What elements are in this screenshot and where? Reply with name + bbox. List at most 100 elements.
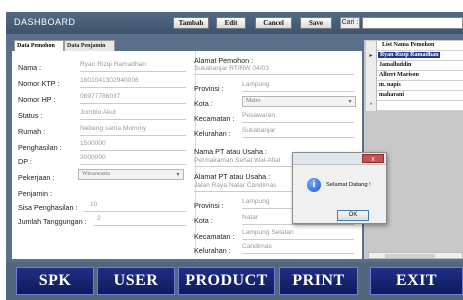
alamat-pt-field[interactable]: Jalan Raya Natar Candimas: [194, 182, 276, 189]
pekerjaan-combo[interactable]: Wiraswasta ▾: [78, 169, 184, 180]
spk-button[interactable]: SPK: [16, 267, 94, 295]
product-button[interactable]: PRODUCT: [178, 267, 275, 295]
rumah-field[interactable]: Nebeng sama Mommy: [80, 125, 146, 132]
field-underline: [80, 103, 186, 104]
ktp-field[interactable]: 1801041302940006: [80, 77, 139, 84]
field-underline: [84, 211, 186, 212]
close-icon[interactable]: x: [362, 154, 384, 163]
form-left-column: Nama : Ryan Rizqi Ramadhan Nomor KTP : 1…: [14, 51, 196, 257]
nama-label: Nama :: [18, 63, 42, 72]
user-button[interactable]: USER: [97, 267, 175, 295]
list-item[interactable]: m. napis: [366, 81, 463, 91]
nama-pt-field[interactable]: Permakaman Sehat Wal-Afiat: [194, 157, 281, 164]
hp-label: Nomor HP :: [18, 95, 56, 104]
kota-combo[interactable]: Metro ▾: [242, 96, 356, 107]
print-button[interactable]: PRINT: [279, 267, 358, 295]
tab-data-penjamin[interactable]: Data Penjamin: [64, 40, 115, 51]
row-gutter: [366, 61, 377, 71]
app-title: DASHBOARD: [14, 17, 76, 27]
row-gutter: [366, 91, 377, 101]
provinsi-usaha-label: Provinsi :: [194, 201, 224, 210]
kota-label: Kota :: [194, 99, 213, 108]
search-input[interactable]: [362, 17, 463, 29]
field-underline: [242, 122, 354, 123]
field-underline: [242, 137, 354, 138]
provinsi-label: Provinsi :: [194, 84, 224, 93]
info-icon: i: [307, 178, 321, 192]
row-gutter: [366, 41, 377, 51]
new-row-icon: *: [366, 101, 377, 111]
kelurahan-usaha-field[interactable]: Candimas: [242, 243, 272, 250]
alamat-pt-label: Alamat PT atau Usaha :: [194, 172, 271, 181]
row-gutter: [366, 81, 377, 91]
chevron-down-icon[interactable]: ▾: [346, 98, 354, 106]
kelurahan-label: Kelurahan :: [194, 129, 231, 138]
ktp-label: Nomor KTP :: [18, 79, 60, 88]
list-item[interactable]: ▸ Ryan Rizqi Ramadhan: [366, 51, 463, 61]
kecamatan-label: Kecamatan :: [194, 114, 235, 123]
message-dialog: x i Selamat Datang ! OK: [292, 152, 387, 224]
nama-pt-label: Nama PT atau Usaha :: [194, 147, 267, 156]
alamat-pemohon-label: Alamat Pemohon :: [194, 56, 254, 65]
kecamatan-usaha-field[interactable]: Lampung Selatan: [242, 229, 294, 236]
search-label: Cari :: [340, 17, 360, 29]
sisa-penghasilan-field[interactable]: 10: [90, 201, 97, 208]
field-underline: [242, 253, 354, 254]
list-header: List Nama Pemohon: [366, 41, 463, 51]
penjamin-label: Penjamin :: [18, 189, 52, 198]
dp-label: DP :: [18, 157, 32, 166]
applicant-list-grid[interactable]: List Nama Pemohon ▸ Ryan Rizqi Ramadhan …: [366, 41, 463, 111]
kecamatan-usaha-label: Kecamatan :: [194, 232, 235, 241]
jumlah-tanggungan-label: Jumlah Tanggungan :: [18, 217, 87, 226]
list-item[interactable]: Jamalluddin: [366, 61, 463, 71]
rumah-label: Rumah :: [18, 127, 46, 136]
save-button[interactable]: Save: [300, 17, 332, 29]
row-selector-icon: ▸: [366, 51, 377, 61]
status-label: Status :: [18, 111, 43, 120]
alamat-pemohon-field[interactable]: Sukabanjar RT/RW 04/03: [194, 65, 269, 72]
list-item-label: Jamalluddin: [379, 62, 412, 68]
field-underline: [242, 239, 354, 240]
exit-button[interactable]: EXIT: [370, 267, 463, 295]
dialog-message: Selamat Datang !: [326, 182, 371, 188]
field-underline: [242, 91, 354, 92]
horizontal-scrollbar[interactable]: [368, 252, 463, 259]
sisa-penghasilan-label: Sisa Penghasilan :: [18, 203, 78, 212]
kecamatan-field[interactable]: Pesawaran: [242, 112, 275, 119]
new-row[interactable]: *: [366, 101, 463, 111]
list-item-label: Albert Marison: [379, 72, 419, 78]
penghasilan-field[interactable]: 1500000: [80, 140, 106, 147]
row-gutter: [366, 71, 377, 81]
dp-field[interactable]: 3000000: [80, 154, 106, 161]
provinsi-usaha-field[interactable]: Lampung: [242, 198, 270, 205]
field-underline: [80, 150, 186, 151]
list-item[interactable]: Albert Marison: [366, 71, 463, 81]
status-field[interactable]: Jomblo Akut: [80, 109, 116, 116]
list-item[interactable]: maharani: [366, 91, 463, 101]
nama-field[interactable]: Ryan Rizqi Ramadhan: [80, 61, 146, 68]
scrollbar-thumb[interactable]: [385, 254, 435, 258]
ok-button[interactable]: OK: [337, 210, 369, 221]
hp-field[interactable]: 08977786037: [80, 93, 120, 100]
dialog-titlebar: x: [293, 153, 386, 165]
pekerjaan-label: Pekerjaan :: [18, 173, 55, 182]
jumlah-tanggungan-field[interactable]: 2: [97, 215, 101, 222]
cancel-button[interactable]: Cancel: [255, 17, 292, 29]
field-underline: [80, 87, 186, 88]
field-underline: [194, 74, 354, 75]
kelurahan-usaha-label: Kelurahan :: [194, 246, 231, 255]
provinsi-field[interactable]: Lampung: [242, 81, 270, 88]
list-item-label: m. napis: [379, 82, 401, 88]
penghasilan-label: Penghasilan :: [18, 143, 62, 152]
field-underline: [80, 71, 186, 72]
tab-data-pemohon[interactable]: Data Pemohon: [14, 40, 64, 51]
tambah-button[interactable]: Tambah: [173, 17, 209, 29]
list-item-label: maharani: [379, 92, 405, 98]
edit-button[interactable]: Edit: [216, 17, 246, 29]
kelurahan-field[interactable]: Sukabanjar: [242, 127, 275, 134]
field-underline: [80, 119, 186, 120]
chevron-down-icon[interactable]: ▾: [174, 171, 182, 179]
app-window: DASHBOARD Tambah Edit Cancel Save Cari :…: [0, 0, 463, 300]
kota-usaha-label: Kota :: [194, 216, 213, 225]
kota-usaha-field[interactable]: Natar: [242, 214, 258, 221]
